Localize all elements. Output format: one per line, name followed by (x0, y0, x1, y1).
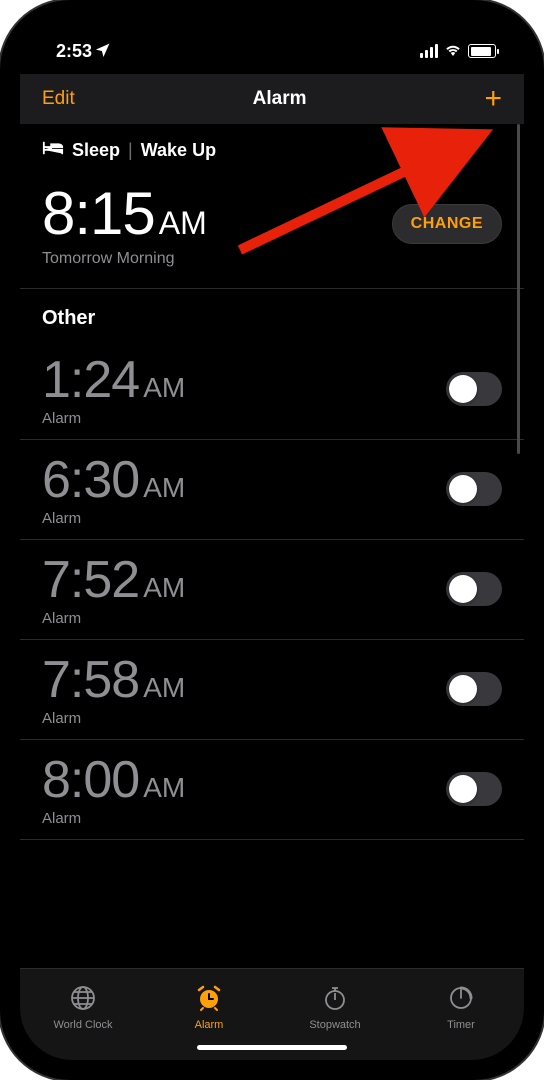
home-indicator[interactable] (197, 1045, 347, 1050)
notch (162, 20, 382, 54)
location-icon (96, 41, 110, 62)
divider: | (128, 140, 133, 161)
alarm-time: 7:52 AM (42, 550, 185, 610)
alarm-toggle[interactable] (446, 572, 502, 606)
page-title: Alarm (253, 88, 307, 110)
scroll-indicator (517, 124, 520, 454)
alarm-time: 7:58 AM (42, 650, 185, 710)
alarm-time: 1:24 AM (42, 350, 185, 410)
sleep-subtitle: Tomorrow Morning (42, 250, 207, 268)
sleep-time-block: 8:15 AM Tomorrow Morning (42, 179, 207, 268)
content[interactable]: Sleep | Wake Up 8:15 AM Tomorrow Morning… (20, 124, 524, 968)
sleep-time-hm: 8:15 (42, 179, 155, 248)
alarm-row[interactable]: 7:52 AM Alarm (20, 540, 524, 640)
alarm-label: Alarm (42, 410, 185, 427)
tab-label: Alarm (195, 1019, 224, 1031)
sleep-time-ampm: AM (159, 205, 207, 242)
screen: 2:53 Edit Alarm + (20, 20, 524, 1060)
alarm-toggle[interactable] (446, 472, 502, 506)
alarm-label: Alarm (42, 710, 185, 727)
globe-icon (69, 984, 97, 1015)
alarm-row[interactable]: 6:30 AM Alarm (20, 440, 524, 540)
alarm-row[interactable]: 1:24 AM Alarm (20, 340, 524, 440)
status-right (420, 41, 496, 62)
tab-label: Stopwatch (309, 1019, 360, 1031)
alarm-label: Alarm (42, 810, 185, 827)
wifi-icon (444, 41, 462, 62)
tab-label: World Clock (53, 1019, 112, 1031)
alarm-row[interactable]: 7:58 AM Alarm (20, 640, 524, 740)
alarm-label: Alarm (42, 510, 185, 527)
add-alarm-button[interactable]: + (484, 84, 502, 114)
bed-icon (42, 140, 64, 161)
alarm-label: Alarm (42, 610, 185, 627)
wakeup-label: Wake Up (141, 140, 216, 161)
battery-icon (468, 44, 496, 58)
tab-timer[interactable]: Timer (398, 969, 524, 1046)
sleep-time: 8:15 AM (42, 179, 207, 248)
tab-world-clock[interactable]: World Clock (20, 969, 146, 1046)
stopwatch-icon (321, 984, 349, 1015)
sleep-wake-section: Sleep | Wake Up 8:15 AM Tomorrow Morning… (20, 124, 524, 289)
alarm-time: 6:30 AM (42, 450, 185, 510)
alarm-toggle[interactable] (446, 372, 502, 406)
device-frame: 2:53 Edit Alarm + (0, 0, 544, 1080)
change-button[interactable]: CHANGE (392, 204, 502, 244)
alarm-toggle[interactable] (446, 672, 502, 706)
tab-label: Timer (447, 1019, 475, 1031)
alarm-clock-icon (195, 984, 223, 1015)
nav-bar: Edit Alarm + (20, 74, 524, 124)
sleep-header: Sleep | Wake Up (42, 140, 502, 161)
status-time: 2:53 (56, 41, 92, 62)
alarm-toggle[interactable] (446, 772, 502, 806)
cellular-icon (420, 44, 438, 58)
timer-icon (447, 984, 475, 1015)
status-left: 2:53 (56, 41, 110, 62)
tab-stopwatch[interactable]: Stopwatch (272, 969, 398, 1046)
alarm-row[interactable]: 8:00 AM Alarm (20, 740, 524, 840)
other-section-title: Other (20, 289, 524, 340)
tab-alarm[interactable]: Alarm (146, 969, 272, 1046)
alarm-time: 8:00 AM (42, 750, 185, 810)
edit-button[interactable]: Edit (42, 88, 75, 110)
sleep-label: Sleep (72, 140, 120, 161)
